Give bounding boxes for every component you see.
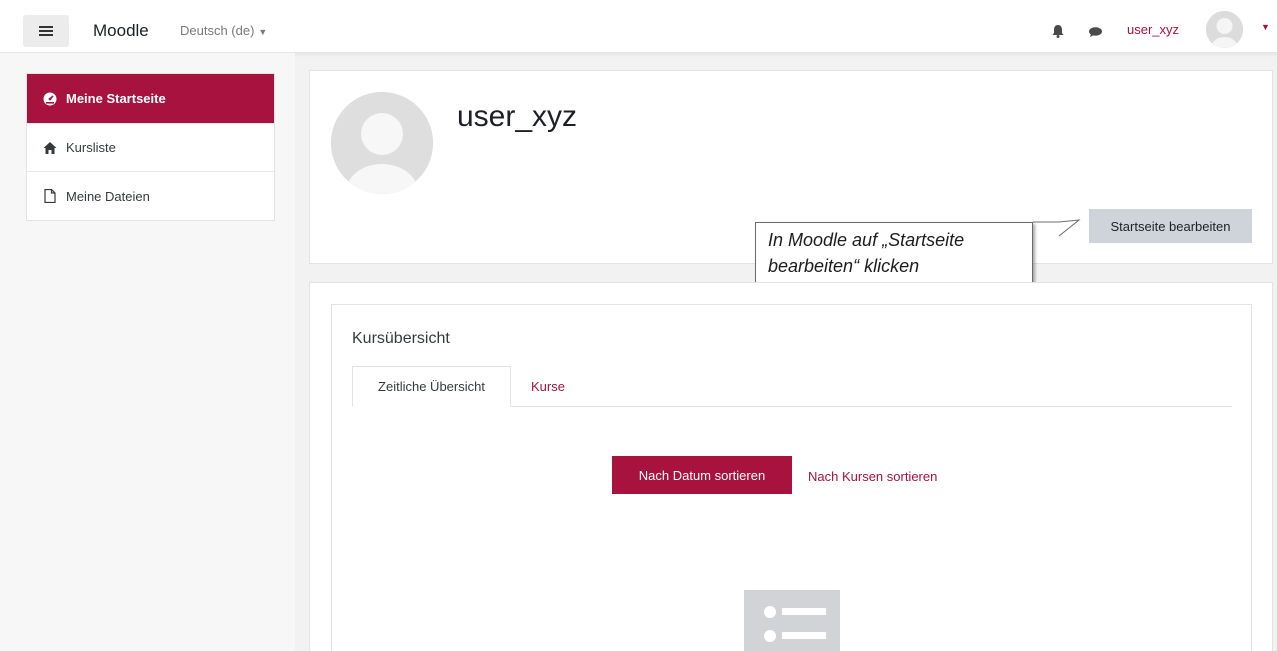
sidebar-item-label: Meine Startseite: [66, 91, 166, 106]
callout-line-2: bearbeiten“ klicken: [768, 256, 920, 276]
chevron-down-icon[interactable]: ▼: [1261, 22, 1270, 32]
sidebar-item-meine-dateien[interactable]: Meine Dateien: [27, 172, 274, 220]
bell-icon[interactable]: [1052, 25, 1064, 38]
chevron-down-icon: ▼: [258, 27, 268, 37]
file-icon: [44, 189, 56, 203]
avatar[interactable]: [1206, 11, 1243, 48]
dashboard-icon: [43, 92, 57, 105]
sort-by-date-button[interactable]: Nach Datum sortieren: [612, 456, 792, 494]
sidebar-item-kursliste[interactable]: Kursliste: [27, 124, 274, 172]
user-silhouette-icon: [331, 92, 433, 194]
sort-by-course-link[interactable]: Nach Kursen sortieren: [808, 469, 937, 484]
callout-pointer-icon: [1033, 219, 1081, 237]
callout-line-1: In Moodle auf „Startseite: [768, 230, 965, 250]
language-menu[interactable]: Deutsch (de) ▼: [180, 23, 267, 38]
instruction-callout: In Moodle auf „Startseite bearbeiten“ kl…: [755, 222, 1033, 290]
list-icon: [744, 590, 840, 651]
main-content: Kursübersicht Zeitliche Übersicht Kurse …: [309, 282, 1273, 651]
course-overview-block: Kursübersicht Zeitliche Übersicht Kurse …: [331, 304, 1252, 651]
block-title: Kursübersicht: [352, 330, 450, 347]
home-icon: [43, 141, 57, 154]
sidebar-item-meine-startseite[interactable]: Meine Startseite: [27, 74, 274, 124]
user-menu-name[interactable]: user_xyz: [1127, 22, 1179, 37]
hamburger-icon: [39, 26, 53, 36]
chat-icon[interactable]: [1089, 27, 1102, 37]
top-navbar: Moodle Deutsch (de) ▼ user_xyz ▼: [0, 0, 1277, 53]
edit-startpage-button[interactable]: Startseite bearbeiten: [1089, 209, 1252, 243]
page-title: user_xyz: [457, 100, 578, 133]
tab-kurse[interactable]: Kurse: [513, 366, 583, 407]
sidebar-item-label: Meine Dateien: [66, 188, 150, 204]
user-silhouette-icon: [1206, 11, 1243, 48]
sidebar-item-label: Kursliste: [66, 140, 116, 155]
site-brand[interactable]: Moodle: [93, 21, 149, 41]
avatar: [331, 92, 433, 194]
language-label: Deutsch (de): [180, 23, 255, 38]
empty-list-icon: [744, 590, 840, 651]
tab-zeitliche-uebersicht[interactable]: Zeitliche Übersicht: [352, 366, 511, 407]
menu-toggle-button[interactable]: [23, 15, 69, 47]
sidebar-nav: Meine Startseite Kursliste Meine Dateien: [26, 73, 275, 221]
